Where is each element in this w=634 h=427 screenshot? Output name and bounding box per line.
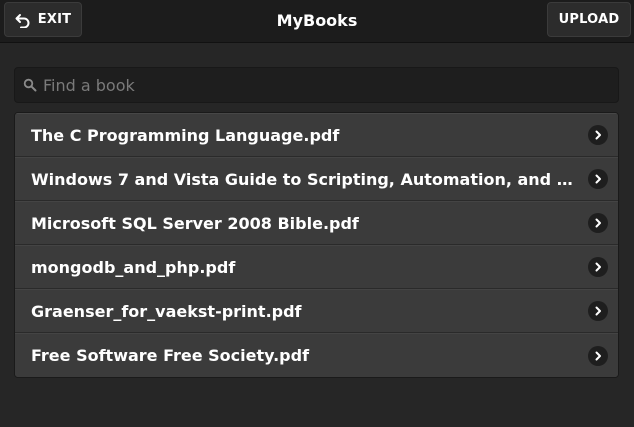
upload-button[interactable]: UPLOAD [547, 2, 631, 37]
chevron-right-icon[interactable] [588, 301, 608, 321]
search-box[interactable] [14, 67, 619, 103]
book-item[interactable]: The C Programming Language.pdf [15, 113, 618, 157]
book-title: Microsoft SQL Server 2008 Bible.pdf [31, 213, 359, 233]
top-bar: EXIT MyBooks UPLOAD [0, 0, 634, 43]
chevron-right-icon[interactable] [588, 213, 608, 233]
chevron-right-icon[interactable] [588, 169, 608, 189]
book-item[interactable]: mongodb_and_php.pdf [15, 245, 618, 289]
book-item[interactable]: Graenser_for_vaekst-print.pdf [15, 289, 618, 333]
book-title: Windows 7 and Vista Guide to Scripting, … [31, 169, 588, 189]
book-item[interactable]: Microsoft SQL Server 2008 Bible.pdf [15, 201, 618, 245]
search-input[interactable] [43, 68, 618, 102]
book-title: mongodb_and_php.pdf [31, 257, 236, 277]
chevron-right-icon[interactable] [588, 345, 608, 366]
upload-label: UPLOAD [558, 12, 620, 27]
chevron-right-icon[interactable] [588, 257, 608, 277]
book-title: The C Programming Language.pdf [31, 125, 340, 145]
book-title: Graenser_for_vaekst-print.pdf [31, 301, 302, 321]
book-item[interactable]: Windows 7 and Vista Guide to Scripting, … [15, 157, 618, 201]
search-icon [23, 78, 37, 92]
chevron-right-icon[interactable] [588, 125, 608, 145]
book-list: The C Programming Language.pdf Windows 7… [14, 112, 619, 378]
book-item[interactable]: Free Software Free Society.pdf [15, 333, 618, 377]
book-title: Free Software Free Society.pdf [31, 346, 310, 365]
page-title: MyBooks [276, 10, 358, 30]
